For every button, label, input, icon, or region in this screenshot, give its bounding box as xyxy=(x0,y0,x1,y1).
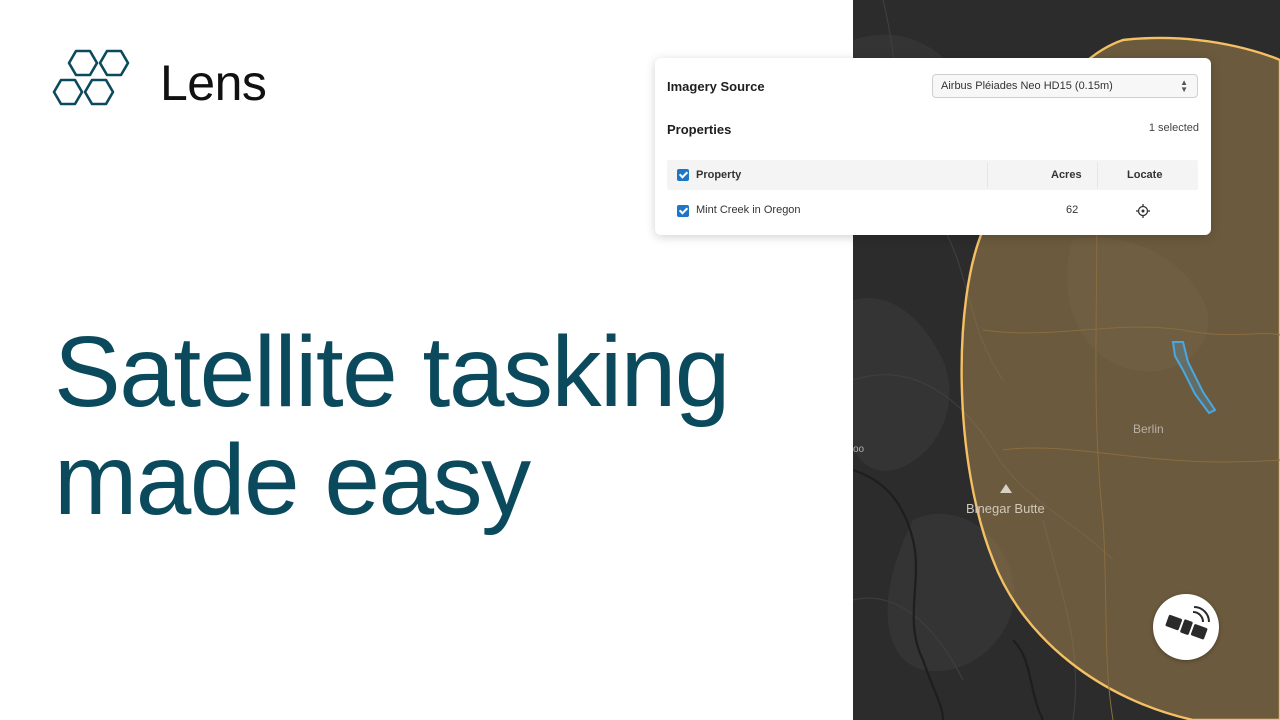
peak-icon xyxy=(1000,484,1012,493)
map-label-edge: oo xyxy=(853,444,865,455)
hexagon-cluster-icon xyxy=(52,48,136,118)
row-acres: 62 xyxy=(1066,204,1079,216)
tasking-panel: Imagery Source Airbus Pléiades Neo HD15 … xyxy=(655,58,1211,235)
select-all-checkbox[interactable] xyxy=(677,169,689,181)
map-label-town: Berlin xyxy=(1133,422,1164,436)
headline-line-1: Satellite tasking xyxy=(54,316,730,428)
brand-logo: Lens xyxy=(52,48,267,118)
selected-count: 1 selected xyxy=(1148,122,1199,134)
select-arrows-icon: ▲ ▼ xyxy=(1180,78,1188,94)
imagery-source-select[interactable]: Airbus Pléiades Neo HD15 (0.15m) ▲ ▼ xyxy=(932,74,1198,98)
properties-label: Properties xyxy=(667,122,732,137)
crosshair-icon[interactable] xyxy=(1136,204,1150,223)
row-property-name: Mint Creek in Oregon xyxy=(696,204,801,216)
column-divider xyxy=(987,162,988,188)
table-header: Property Acres Locate xyxy=(667,160,1198,190)
satellite-button[interactable] xyxy=(1153,594,1219,660)
imagery-source-value: Airbus Pléiades Neo HD15 (0.15m) xyxy=(941,80,1113,92)
row-checkbox[interactable] xyxy=(677,205,689,217)
imagery-source-label: Imagery Source xyxy=(667,79,765,94)
brand-name: Lens xyxy=(160,55,267,111)
column-divider xyxy=(1097,162,1098,188)
column-locate: Locate xyxy=(1127,169,1163,181)
map-label-peak: Binegar Butte xyxy=(966,501,1045,516)
column-acres[interactable]: Acres xyxy=(1051,169,1082,181)
column-property[interactable]: Property xyxy=(696,169,741,181)
headline: Satellite tasking made easy xyxy=(54,316,730,536)
headline-line-2: made easy xyxy=(54,424,531,536)
